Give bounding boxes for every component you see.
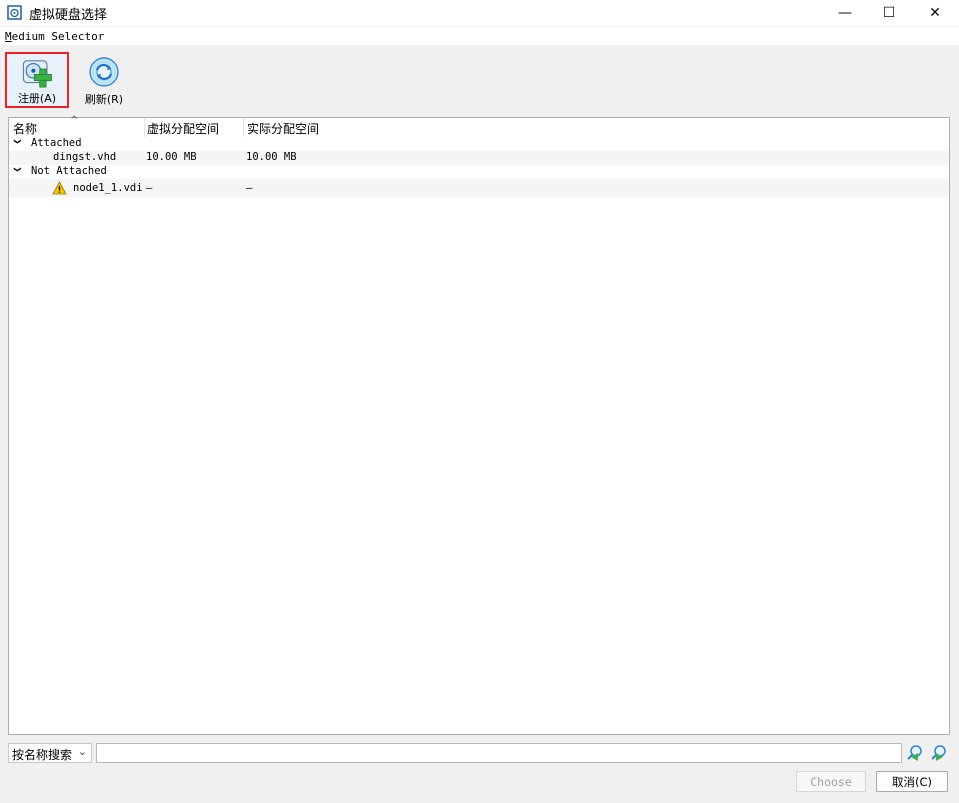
table-row[interactable]: dingst.vhd 10.00 MB 10.00 MB bbox=[9, 151, 949, 165]
menu-mnemonic: M bbox=[5, 30, 12, 43]
refresh-disk-icon bbox=[89, 57, 119, 87]
toolbar: 注册(A) 刷新(R) bbox=[0, 45, 959, 113]
minimize-button[interactable]: — bbox=[822, 0, 868, 26]
group-label: Attached bbox=[31, 137, 82, 149]
medium-tree[interactable]: 名称 ^ 虚拟分配空间 实际分配空间 ❯ Attached dingst.vhd… bbox=[8, 115, 950, 735]
search-mode-select[interactable]: 按名称搜索 ⌄ bbox=[8, 743, 92, 763]
app-icon bbox=[7, 5, 22, 20]
window-title: 虚拟硬盘选择 bbox=[29, 8, 108, 23]
register-label: 注册(A) bbox=[17, 92, 57, 105]
medium-name: dingst.vhd bbox=[53, 151, 117, 163]
sort-ascending-icon: ^ bbox=[70, 115, 79, 126]
virtual-size: 10.00 MB bbox=[146, 151, 197, 163]
column-separator[interactable] bbox=[144, 118, 145, 137]
chevron-down-icon[interactable]: ❯ bbox=[12, 166, 23, 172]
refresh-button[interactable]: 刷新(R) bbox=[72, 52, 136, 108]
cancel-button[interactable]: 取消(C) bbox=[876, 771, 948, 792]
group-label: Not Attached bbox=[31, 165, 107, 177]
search-mode-value: 按名称搜索 bbox=[12, 748, 73, 762]
title-bar: 虚拟硬盘选择 — ☐ ✕ bbox=[0, 0, 959, 26]
close-button[interactable]: ✕ bbox=[912, 0, 958, 26]
search-next-icon[interactable] bbox=[930, 744, 948, 762]
actual-size: — bbox=[246, 182, 253, 194]
menu-medium-selector[interactable]: Medium Selector bbox=[5, 30, 104, 43]
tree-group-not-attached[interactable]: ❯ Not Attached bbox=[9, 165, 949, 179]
register-disk-add-icon bbox=[22, 60, 52, 88]
table-header: 名称 ^ 虚拟分配空间 实际分配空间 bbox=[9, 115, 949, 137]
search-previous-icon[interactable] bbox=[906, 744, 924, 762]
maximize-button[interactable]: ☐ bbox=[866, 0, 912, 26]
medium-name: node1_1.vdi bbox=[73, 182, 143, 194]
column-separator[interactable] bbox=[243, 118, 244, 137]
column-header-virtual-size[interactable]: 虚拟分配空间 bbox=[147, 120, 219, 137]
table-row[interactable]: node1_1.vdi — — bbox=[9, 179, 949, 197]
choose-button[interactable]: Choose bbox=[796, 771, 866, 792]
chevron-down-icon: ⌄ bbox=[77, 745, 87, 758]
register-button[interactable]: 注册(A) bbox=[5, 52, 69, 108]
warning-icon bbox=[52, 181, 67, 195]
column-header-actual-size[interactable]: 实际分配空间 bbox=[247, 120, 319, 137]
chevron-down-icon[interactable]: ❯ bbox=[12, 138, 23, 144]
tree-group-attached[interactable]: ❯ Attached bbox=[9, 137, 949, 151]
refresh-label: 刷新(R) bbox=[84, 93, 124, 106]
menu-bar: Medium Selector bbox=[0, 27, 959, 45]
actual-size: 10.00 MB bbox=[246, 151, 297, 163]
menu-label-rest: edium Selector bbox=[11, 30, 105, 43]
column-header-name[interactable]: 名称 bbox=[13, 120, 37, 137]
search-input[interactable] bbox=[96, 743, 902, 763]
virtual-size: — bbox=[146, 182, 153, 194]
